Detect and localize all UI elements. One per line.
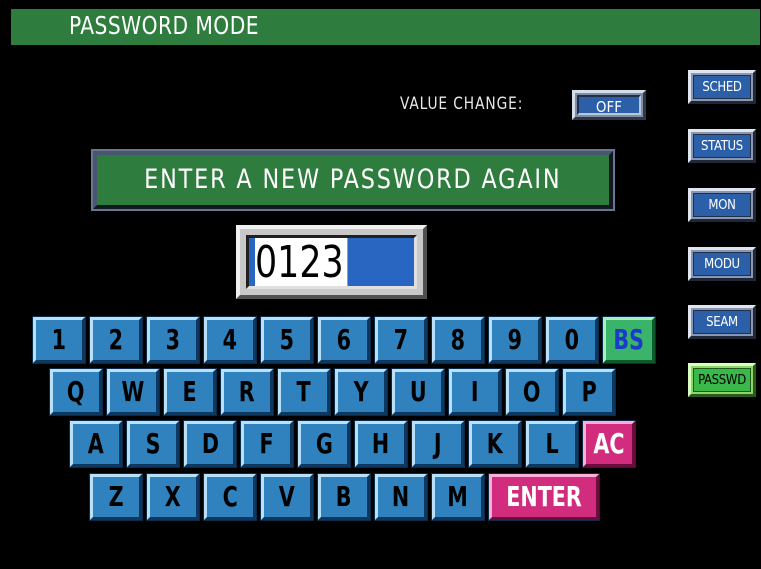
clear-all-key[interactable]: AC bbox=[582, 420, 636, 468]
side-btn-label: MODU bbox=[693, 252, 751, 276]
key-9[interactable]: 9 bbox=[488, 316, 542, 364]
side-btn-passwd[interactable]: PASSWD bbox=[688, 363, 756, 397]
key-n[interactable]: N bbox=[374, 473, 428, 521]
side-btn-sched[interactable]: SCHED bbox=[688, 70, 756, 104]
backspace-key[interactable]: BS bbox=[602, 316, 656, 364]
key-f[interactable]: F bbox=[240, 420, 294, 468]
key-y[interactable]: Y bbox=[334, 368, 388, 416]
side-btn-status[interactable]: STATUS bbox=[688, 129, 756, 163]
key-q[interactable]: Q bbox=[49, 368, 103, 416]
key-6[interactable]: 6 bbox=[317, 316, 371, 364]
side-btn-label: STATUS bbox=[693, 134, 751, 158]
side-btn-modu[interactable]: MODU bbox=[688, 247, 756, 281]
value-change-label: VALUE CHANGE: bbox=[400, 94, 524, 114]
key-k[interactable]: K bbox=[468, 420, 522, 468]
side-btn-label: MON bbox=[693, 193, 751, 217]
password-field-frame: 0123 bbox=[236, 225, 427, 299]
side-btn-label: SCHED bbox=[693, 75, 751, 99]
value-change-state: OFF bbox=[577, 95, 641, 116]
key-s[interactable]: S bbox=[126, 420, 180, 468]
key-8[interactable]: 8 bbox=[431, 316, 485, 364]
key-5[interactable]: 5 bbox=[260, 316, 314, 364]
key-a[interactable]: A bbox=[69, 420, 123, 468]
key-t[interactable]: T bbox=[277, 368, 331, 416]
key-i[interactable]: I bbox=[448, 368, 502, 416]
key-j[interactable]: J bbox=[411, 420, 465, 468]
enter-key[interactable]: ENTER bbox=[488, 473, 600, 521]
key-v[interactable]: V bbox=[260, 473, 314, 521]
key-d[interactable]: D bbox=[183, 420, 237, 468]
key-4[interactable]: 4 bbox=[203, 316, 257, 364]
key-m[interactable]: M bbox=[431, 473, 485, 521]
key-b[interactable]: B bbox=[317, 473, 371, 521]
key-p[interactable]: P bbox=[562, 368, 616, 416]
key-l[interactable]: L bbox=[525, 420, 579, 468]
key-2[interactable]: 2 bbox=[89, 316, 143, 364]
side-btn-seam[interactable]: SEAM bbox=[688, 305, 756, 339]
key-7[interactable]: 7 bbox=[374, 316, 428, 364]
key-c[interactable]: C bbox=[203, 473, 257, 521]
side-btn-label: PASSWD bbox=[693, 368, 751, 392]
prompt-text: ENTER A NEW PASSWORD AGAIN bbox=[144, 164, 562, 195]
side-btn-label: SEAM bbox=[693, 310, 751, 334]
key-r[interactable]: R bbox=[220, 368, 274, 416]
key-0[interactable]: 0 bbox=[545, 316, 599, 364]
key-z[interactable]: Z bbox=[89, 473, 143, 521]
key-e[interactable]: E bbox=[163, 368, 217, 416]
key-3[interactable]: 3 bbox=[146, 316, 200, 364]
side-btn-mon[interactable]: MON bbox=[688, 188, 756, 222]
value-change-toggle[interactable]: OFF bbox=[572, 90, 646, 120]
key-u[interactable]: U bbox=[391, 368, 445, 416]
key-h[interactable]: H bbox=[354, 420, 408, 468]
key-o[interactable]: O bbox=[505, 368, 559, 416]
key-x[interactable]: X bbox=[146, 473, 200, 521]
page-title: PASSWORD MODE bbox=[69, 11, 259, 40]
password-prompt: ENTER A NEW PASSWORD AGAIN bbox=[91, 149, 615, 211]
key-1[interactable]: 1 bbox=[32, 316, 86, 364]
key-w[interactable]: W bbox=[106, 368, 160, 416]
password-value: 0123 bbox=[255, 238, 348, 288]
title-bar: PASSWORD MODE bbox=[11, 9, 760, 45]
key-g[interactable]: G bbox=[297, 420, 351, 468]
password-field[interactable]: 0123 bbox=[246, 235, 417, 289]
